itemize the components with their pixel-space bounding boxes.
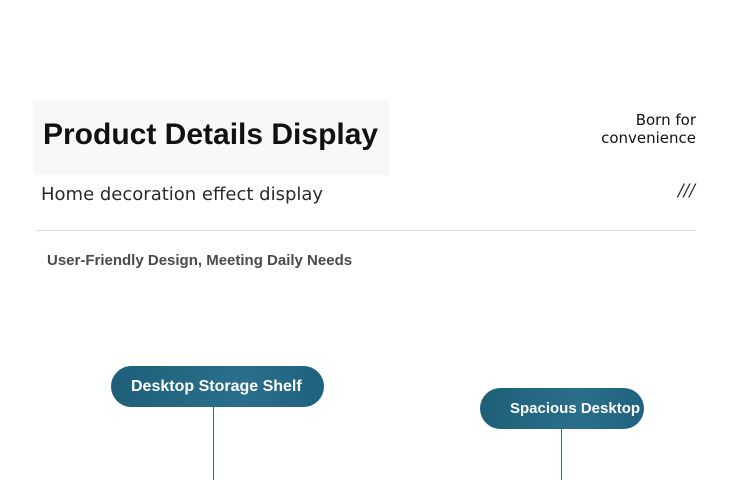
callout-spacious-desktop: Spacious Desktop bbox=[480, 388, 644, 429]
divider bbox=[35, 230, 696, 231]
tagline-line-2: convenience bbox=[601, 129, 696, 147]
feature-heading: User-Friendly Design, Meeting Daily Need… bbox=[47, 252, 353, 269]
callout-label: Spacious Desktop bbox=[510, 400, 641, 417]
tagline: Born for convenience bbox=[601, 111, 696, 147]
tagline-line-1: Born for bbox=[635, 111, 696, 129]
callout-label: Desktop Storage Shelf bbox=[131, 378, 302, 395]
callout-leader-line bbox=[213, 407, 214, 480]
section-subtitle: Home decoration effect display bbox=[41, 184, 324, 205]
callout-desktop-storage-shelf: Desktop Storage Shelf bbox=[111, 366, 324, 407]
callout-leader-line bbox=[561, 429, 562, 480]
slash-decoration: /// bbox=[677, 181, 695, 201]
page-title: Product Details Display bbox=[43, 118, 379, 151]
